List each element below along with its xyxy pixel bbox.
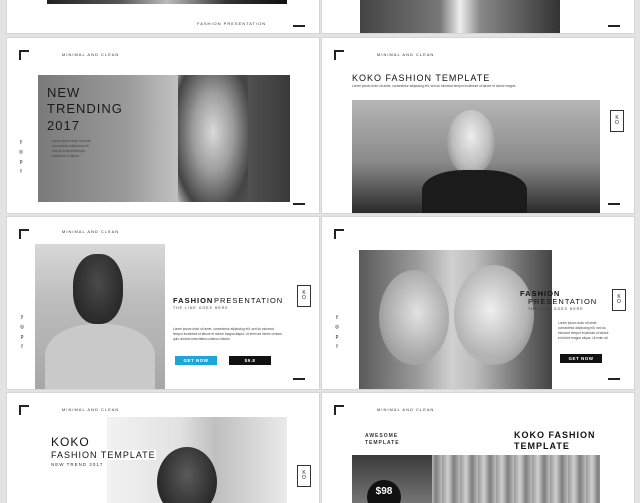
corner-mark bbox=[19, 405, 29, 415]
slide-tag: MINIMAL AND CLEAN bbox=[62, 52, 120, 57]
brand-logo: KO bbox=[297, 465, 311, 487]
title-bold: FASHION bbox=[173, 296, 214, 305]
brand-logo: KO bbox=[297, 285, 311, 307]
brand-logo: KO bbox=[612, 289, 626, 311]
subtitle: THE LINE GOES HERE bbox=[173, 306, 229, 310]
slide-title: KOKO FASHION TEMPLATE bbox=[352, 73, 491, 83]
corner-mark bbox=[19, 229, 29, 239]
slide-title-line-1: KOKO FASHION bbox=[514, 430, 596, 440]
get-now-button[interactable]: GET NOW bbox=[175, 356, 217, 365]
body-text: Lorem ipsum dolor sit amet, consectetur … bbox=[558, 321, 609, 342]
slide-thumbnail-6[interactable]: FASHION PRESENTATION THE LINE GOES HERE … bbox=[322, 217, 634, 389]
slide-divider bbox=[293, 203, 305, 205]
twitter-icon[interactable]: y bbox=[19, 315, 25, 320]
slide-caption: FASHION PRESENTATION bbox=[197, 21, 267, 26]
headline-line-1: NEW bbox=[47, 85, 81, 100]
slide-tag: MINIMAL AND CLEAN bbox=[62, 229, 120, 234]
slide-title-line-2: TEMPLATE bbox=[514, 441, 570, 451]
awesome-label: AWESOME bbox=[365, 433, 399, 439]
title-light: PRESENTATION bbox=[528, 297, 598, 306]
corner-mark bbox=[334, 405, 344, 415]
facebook-icon[interactable]: f bbox=[18, 170, 24, 175]
brand-logo: KO bbox=[610, 110, 624, 132]
instagram-icon[interactable]: ◎ bbox=[19, 325, 25, 330]
price-text: $98 bbox=[375, 486, 393, 497]
slide-tag: MINIMAL AND CLEAN bbox=[377, 407, 435, 412]
slide-subtitle: FASHION TEMPLATE bbox=[51, 450, 156, 460]
get-now-button[interactable]: GET NOW bbox=[560, 354, 602, 363]
facebook-icon[interactable]: f bbox=[334, 345, 340, 350]
slide-tag: MINIMAL AND CLEAN bbox=[62, 407, 120, 412]
slide-divider bbox=[293, 25, 305, 27]
slide-thumbnail-1[interactable]: FASHION PRESENTATION bbox=[7, 0, 319, 33]
twitter-icon[interactable]: y bbox=[18, 140, 24, 145]
slide-divider bbox=[293, 378, 305, 380]
instagram-icon[interactable]: ◎ bbox=[18, 150, 24, 155]
body-text: Lorem ipsum dolor sit amet, consectetur … bbox=[352, 84, 516, 88]
headline-line-2: TRENDING bbox=[47, 101, 123, 116]
slide-thumbnail-5[interactable]: MINIMAL AND CLEAN FASHION PRESENTATION T… bbox=[7, 217, 319, 389]
pinterest-icon[interactable]: p bbox=[18, 160, 24, 165]
model-photo bbox=[107, 417, 287, 503]
slide-photo bbox=[360, 0, 560, 33]
slide-thumbnail-3[interactable]: MINIMAL AND CLEAN NEW TRENDING 2017 Lore… bbox=[7, 38, 319, 213]
slide-tag: MINIMAL AND CLEAN bbox=[377, 52, 435, 57]
model-photo bbox=[35, 244, 165, 389]
slide-thumbnail-8[interactable]: MINIMAL AND CLEAN AWESOME TEMPLATE KOKO … bbox=[322, 393, 634, 503]
twitter-icon[interactable]: y bbox=[334, 315, 340, 320]
corner-mark bbox=[334, 50, 344, 60]
slide-caption: A STYLE bbox=[551, 8, 556, 32]
template-label: TEMPLATE bbox=[365, 440, 400, 446]
slide-thumbnail-2[interactable]: A STYLE bbox=[322, 0, 634, 33]
slide-title: KOKO bbox=[51, 435, 92, 449]
slide-thumbnail-7[interactable]: MINIMAL AND CLEAN KOKO FASHION TEMPLATE … bbox=[7, 393, 319, 503]
model-photo bbox=[352, 100, 600, 213]
pinterest-icon[interactable]: p bbox=[19, 335, 25, 340]
trend-text: NEW TREND 2017 bbox=[51, 462, 104, 467]
slide-thumbnail-4[interactable]: MINIMAL AND CLEAN KOKO FASHION TEMPLATE … bbox=[322, 38, 634, 213]
corner-mark bbox=[19, 50, 29, 60]
pinterest-icon[interactable]: p bbox=[334, 335, 340, 340]
facebook-icon[interactable]: f bbox=[19, 345, 25, 350]
price-button[interactable]: $9.8 bbox=[229, 356, 271, 365]
corner-mark bbox=[334, 229, 344, 239]
slide-divider bbox=[608, 25, 620, 27]
title-light: PRESENTATION bbox=[214, 296, 284, 305]
slide-photo bbox=[47, 0, 287, 4]
slide-divider bbox=[608, 203, 620, 205]
subtitle: THE LINE GOES HERE bbox=[528, 307, 584, 311]
portrait-photo bbox=[359, 250, 552, 389]
slide-divider bbox=[608, 378, 620, 380]
body-text: Lorem ipsum dolor sit amet, consectetur … bbox=[52, 139, 92, 158]
body-text: Lorem ipsum dolor sit amet, consectetur … bbox=[173, 327, 283, 341]
instagram-icon[interactable]: ◎ bbox=[334, 325, 340, 330]
headline-line-3: 2017 bbox=[47, 118, 80, 133]
